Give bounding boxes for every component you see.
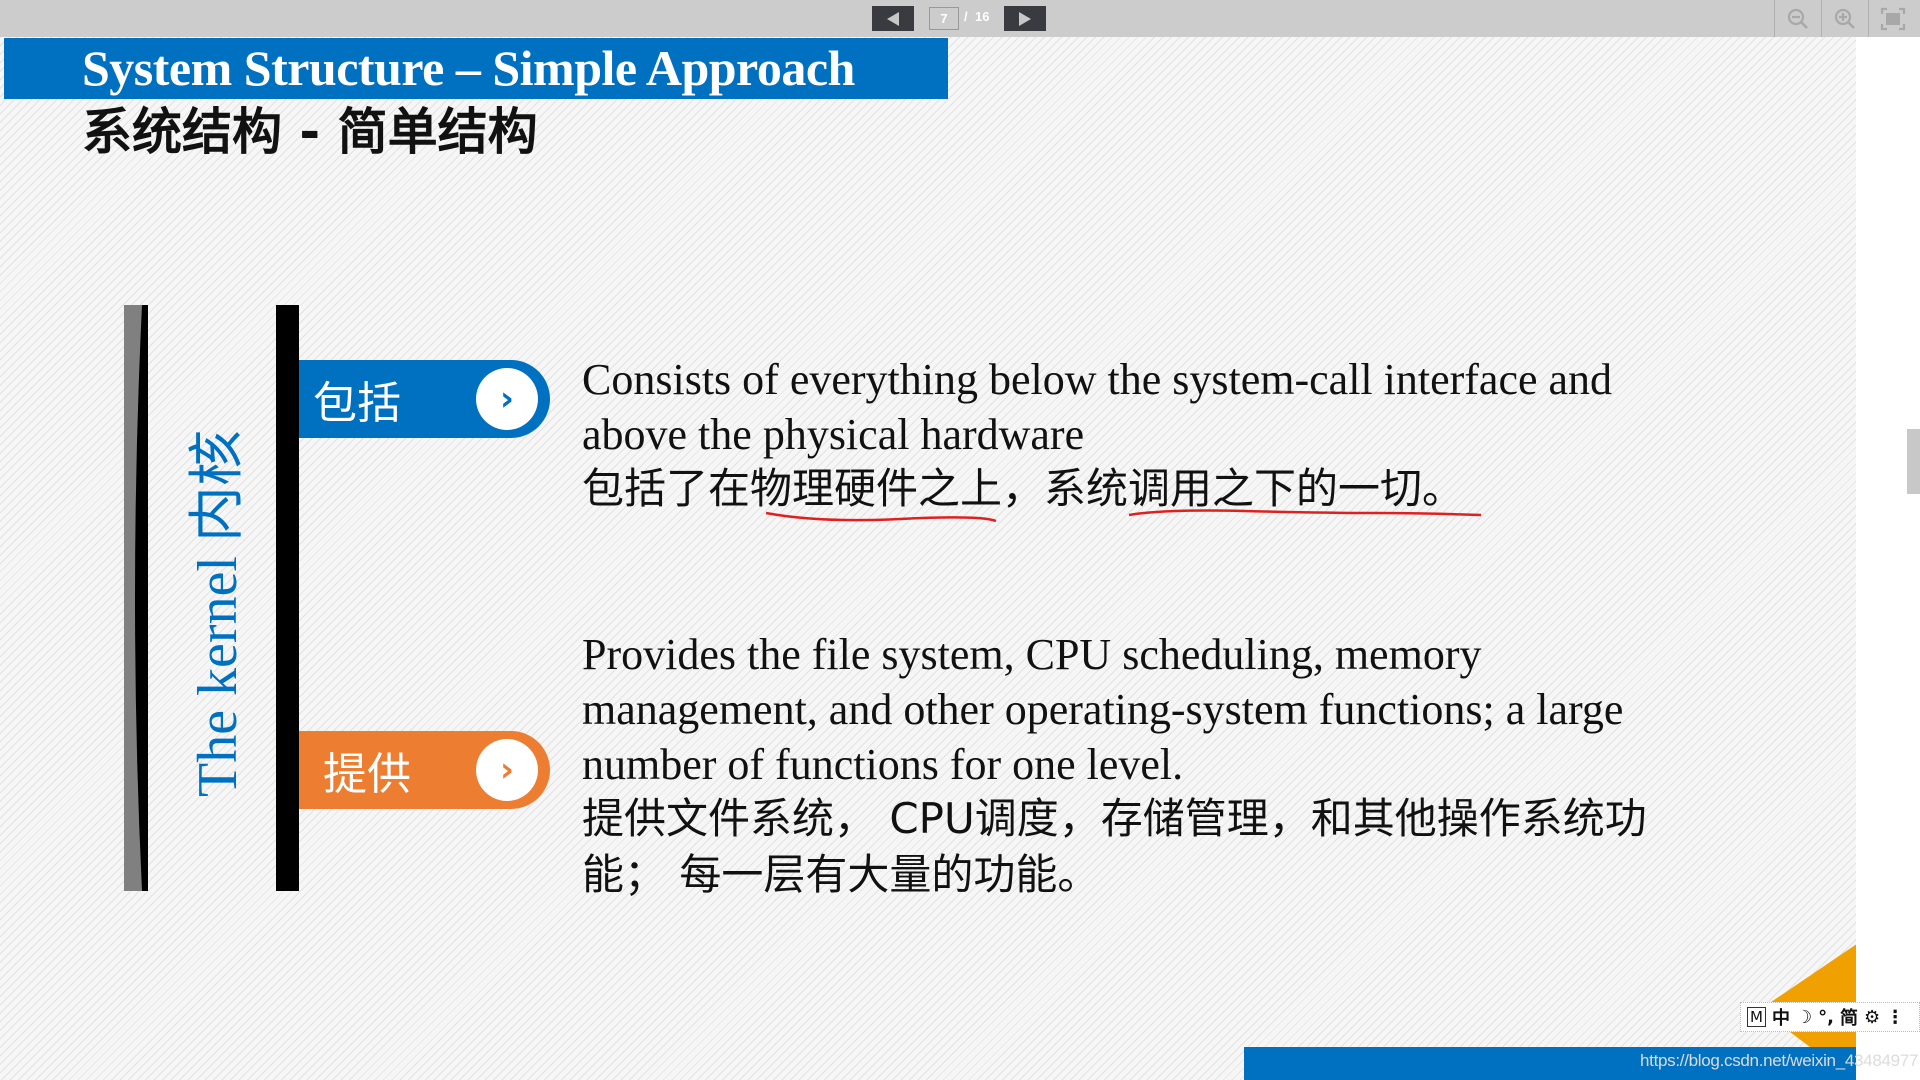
page-separator: / — [964, 9, 968, 24]
provides-text-en-line2: management, and other operating-system f… — [582, 685, 1624, 734]
moon-icon[interactable]: ☽ — [1796, 1007, 1812, 1028]
provides-text-zh-line1: 提供文件系统， CPU调度，存储管理，和其他操作系统功 — [582, 794, 1647, 843]
triangle-left-icon — [887, 11, 899, 26]
kernel-vertical-label: The kernel 内核 — [187, 430, 249, 797]
ime-language-toggle[interactable]: 中 — [1772, 1004, 1790, 1030]
red-underline-annotation — [765, 511, 997, 523]
includes-tag-button[interactable]: 包括 › — [299, 360, 550, 438]
chevron-right-icon: › — [476, 739, 538, 801]
ime-mode-button[interactable]: M — [1747, 1007, 1766, 1027]
kernel-divider-bar — [276, 305, 299, 891]
slide-title-english: System Structure – Simple Approach — [82, 40, 855, 96]
includes-text-en-line1: Consists of everything below the system-… — [582, 355, 1613, 404]
zoom-out-button[interactable] — [1775, 0, 1821, 37]
slide: System Structure – Simple Approach 系统结构 … — [0, 37, 1856, 1080]
red-underline-annotation — [1128, 509, 1482, 517]
slide-title-chinese: 系统结构 - 简单结构 — [82, 103, 538, 161]
fullscreen-button[interactable] — [1870, 0, 1916, 37]
ime-toolbar: M 中 ☽ °, 简 ⚙ ⋮ — [1740, 1002, 1920, 1032]
provides-tag-button[interactable]: 提供 › — [299, 731, 550, 809]
zoom-in-icon — [1834, 8, 1855, 29]
provides-text-en-line3: number of functions for one level. — [582, 740, 1184, 789]
page-number-input[interactable] — [929, 7, 959, 30]
gear-icon[interactable]: ⚙ — [1864, 1007, 1880, 1028]
scrollbar-thumb[interactable] — [1907, 429, 1920, 494]
triangle-right-icon — [1019, 11, 1031, 26]
total-pages: 16 — [975, 9, 990, 24]
previous-page-button[interactable] — [872, 6, 914, 31]
provides-text-zh-line2: 能； 每一层有大量的功能。 — [582, 850, 1100, 899]
zoom-in-button[interactable] — [1822, 0, 1868, 37]
viewer-toolbar: / 16 — [0, 0, 1920, 37]
zoom-out-icon — [1787, 8, 1808, 29]
includes-text-en-line2: above the physical hardware — [582, 410, 1085, 459]
charset-toggle[interactable]: 简 — [1840, 1004, 1858, 1030]
right-margin — [1856, 37, 1920, 1080]
more-options-icon[interactable]: ⋮ — [1886, 1007, 1904, 1028]
next-page-button[interactable] — [1004, 6, 1046, 31]
chevron-right-icon: › — [476, 368, 538, 430]
provides-text-en-line1: Provides the file system, CPU scheduling… — [582, 630, 1482, 679]
provides-tag-label: 提供 — [323, 749, 411, 800]
left-bracket-shape — [124, 305, 148, 891]
fullscreen-icon — [1880, 7, 1906, 30]
watermark-url: https://blog.csdn.net/weixin_43484977 — [1640, 1051, 1919, 1070]
punctuation-toggle[interactable]: °, — [1818, 1007, 1834, 1028]
toolbar-divider — [1868, 0, 1869, 37]
includes-tag-label: 包括 — [313, 378, 401, 429]
